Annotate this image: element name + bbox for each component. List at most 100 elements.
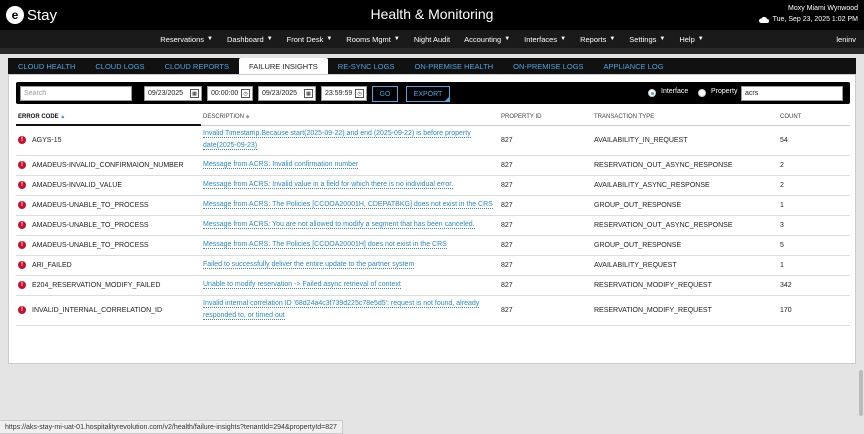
transaction-type-cell: GROUP_OUT_RESPONSE xyxy=(592,235,778,256)
page-title: Health & Monitoring xyxy=(370,6,494,22)
export-label: EXPORT xyxy=(413,90,443,98)
error-icon: ! xyxy=(18,261,26,269)
sort-icon: ◆ xyxy=(245,113,250,120)
header-property-id[interactable]: PROPERTY ID xyxy=(499,109,592,126)
end-date-value: 09/23/2025 xyxy=(262,90,298,97)
error-icon: ! xyxy=(18,136,26,145)
error-icon: ! xyxy=(18,161,26,169)
tab-on-premise-logs[interactable]: ON-PREMISE LOGS xyxy=(503,58,593,74)
export-button[interactable]: EXPORT xyxy=(406,86,450,102)
error-icon: ! xyxy=(18,181,26,189)
calendar-icon[interactable]: ▦ xyxy=(190,89,199,98)
go-button[interactable]: GO xyxy=(372,86,398,102)
error-code-cell: ! ARI_FAILED xyxy=(16,255,201,276)
page-scrollbar[interactable] xyxy=(859,370,863,416)
clock-icon[interactable]: ◷ xyxy=(355,89,364,98)
tab-re-sync-logs[interactable]: RE-SYNC LOGS xyxy=(328,58,405,74)
transaction-type-cell: RESERVATION_OUT_ASYNC_RESPONSE xyxy=(592,215,778,236)
calendar-icon[interactable]: ▦ xyxy=(304,89,313,98)
property-id-cell: 827 xyxy=(499,295,592,326)
transaction-type-cell: RESERVATION_MODIFY_REQUEST xyxy=(592,295,778,326)
nav-item-reservations[interactable]: Reservations ▼ xyxy=(153,35,220,44)
start-time-input[interactable]: 00:00:00 ◷ xyxy=(207,86,253,101)
nav-item-label: Reservations xyxy=(160,34,205,44)
end-date-input[interactable]: 09/23/2025 ▦ xyxy=(258,86,316,101)
filter-bar: Search 09/23/2025 ▦ 00:00:00 ◷ 09/23/202… xyxy=(16,82,850,104)
error-code: ARI_FAILED xyxy=(32,261,72,269)
count-cell: 1 xyxy=(778,255,850,276)
count-cell: 170 xyxy=(778,295,850,326)
error-icon: ! xyxy=(18,201,26,209)
header-transaction-type[interactable]: TRANSACTION TYPE xyxy=(592,109,778,126)
nav-item-interfaces[interactable]: Interfaces ▼ xyxy=(517,35,573,44)
tab-appliance-log[interactable]: APPLIANCE LOG xyxy=(594,58,674,74)
nav-item-label: Dashboard xyxy=(226,34,264,44)
interface-radio[interactable] xyxy=(648,89,656,97)
description-cell: Invalid internal correlation ID '68d24a4… xyxy=(201,295,499,326)
table-row: ! AMADEUS-UNABLE_TO_PROCESS Message from A… xyxy=(16,215,850,236)
transaction-type-cell: GROUP_OUT_RESPONSE xyxy=(592,195,778,216)
nav-item-reports[interactable]: Reports ▼ xyxy=(573,35,622,44)
table-row: ! AMADEUS-UNABLE_TO_PROCESS Message from A… xyxy=(16,195,850,216)
transaction-type-cell: AVAILABILITY_REQUEST xyxy=(592,255,778,276)
error-code-cell: ! AMADEUS-INVALID_VALUE xyxy=(16,175,201,196)
nav-item-label: Rooms Mgmt xyxy=(346,34,391,44)
chevron-down-icon: ▼ xyxy=(326,36,333,42)
description-cell: Invalid Timestamp.Because start(2025-09-… xyxy=(201,125,499,156)
interface-input[interactable]: acrs xyxy=(741,86,843,101)
start-date-input[interactable]: 09/23/2025 ▦ xyxy=(144,86,202,101)
error-code-cell: ! AGYS-15 xyxy=(16,125,201,156)
app-logo[interactable]: e Stay xyxy=(6,5,57,25)
nav-item-help[interactable]: Help ▼ xyxy=(672,35,710,44)
description-link[interactable]: Message from ACRS: The Policies [CCDOA20… xyxy=(203,201,493,209)
description-cell: Message from ACRS: You are not allowed t… xyxy=(201,215,499,236)
error-icon: ! xyxy=(18,306,26,314)
search-input[interactable]: Search xyxy=(20,86,132,101)
count-cell: 1 xyxy=(778,195,850,216)
nav-item-accounting[interactable]: Accounting ▼ xyxy=(457,35,517,44)
nav-item-label: Interfaces xyxy=(524,34,558,44)
logo-mark-icon: e xyxy=(6,6,24,24)
description-link[interactable]: Invalid Timestamp.Because start(2025-09-… xyxy=(203,130,471,150)
table-row: ! INVALID_INTERNAL_CORRELATION_ID Invalid … xyxy=(16,295,850,326)
chevron-down-icon: ▼ xyxy=(697,36,704,42)
error-code: AMADEUS-UNABLE_TO_PROCESS xyxy=(32,201,149,209)
description-link[interactable]: Message from ACRS: Invalid confirmation … xyxy=(203,161,359,169)
description-link[interactable]: Invalid internal correlation ID '68d24a4… xyxy=(203,300,480,320)
nav-item-settings[interactable]: Settings ▼ xyxy=(622,35,672,44)
description-link[interactable]: Message from ACRS: Invalid value in a fi… xyxy=(203,181,454,189)
nav-item-night-audit[interactable]: Night Audit xyxy=(407,35,457,44)
tab-failure-insights[interactable]: FAILURE INSIGHTS xyxy=(239,58,328,74)
header-error-code[interactable]: ERROR CODE ▲ xyxy=(16,109,201,126)
tab-cloud-reports[interactable]: CLOUD REPORTS xyxy=(155,58,239,74)
error-code: AMADEUS-INVALID_VALUE xyxy=(32,181,122,189)
tab-on-premise-health[interactable]: ON-PREMISE HEALTH xyxy=(404,58,503,74)
error-code: AGYS-15 xyxy=(32,137,62,145)
tab-cloud-logs[interactable]: CLOUD LOGS xyxy=(85,58,154,74)
property-id-cell: 827 xyxy=(499,235,592,256)
property-id-cell: 827 xyxy=(499,125,592,156)
header-description[interactable]: DESCRIPTION ◆ xyxy=(201,109,499,126)
nav-item-label: Help xyxy=(679,34,695,44)
nav-item-label: Settings xyxy=(629,34,657,44)
property-radio[interactable] xyxy=(698,89,706,97)
description-cell: Failed to successfully deliver the entir… xyxy=(201,255,499,276)
user-menu[interactable]: leninv xyxy=(836,35,856,44)
clock-icon[interactable]: ◷ xyxy=(241,89,250,98)
description-link[interactable]: Failed to successfully deliver the entir… xyxy=(203,261,415,269)
nav-item-front-desk[interactable]: Front Desk ▼ xyxy=(280,35,340,44)
header-count[interactable]: COUNT xyxy=(778,109,850,126)
description-link[interactable]: Message from ACRS: You are not allowed t… xyxy=(203,221,475,229)
table-row: ! AGYS-15 Invalid Timestamp.Because start(… xyxy=(16,125,850,156)
sort-asc-icon: ▲ xyxy=(60,113,66,120)
chevron-down-icon: ▼ xyxy=(659,36,666,42)
tab-cloud-health[interactable]: CLOUD HEALTH xyxy=(8,58,85,74)
transaction-type-cell: RESERVATION_MODIFY_REQUEST xyxy=(592,275,778,296)
nav-divider xyxy=(0,48,864,54)
nav-item-rooms-mgmt[interactable]: Rooms Mgmt ▼ xyxy=(339,35,407,44)
description-link[interactable]: Message from ACRS: The Policies [CCDOA20… xyxy=(203,241,447,249)
end-time-input[interactable]: 23:59:59 ◷ xyxy=(321,86,367,101)
property-id-cell: 827 xyxy=(499,175,592,196)
description-link[interactable]: Unable to modify reservation -> Failed a… xyxy=(203,281,401,289)
nav-item-dashboard[interactable]: Dashboard ▼ xyxy=(220,35,280,44)
